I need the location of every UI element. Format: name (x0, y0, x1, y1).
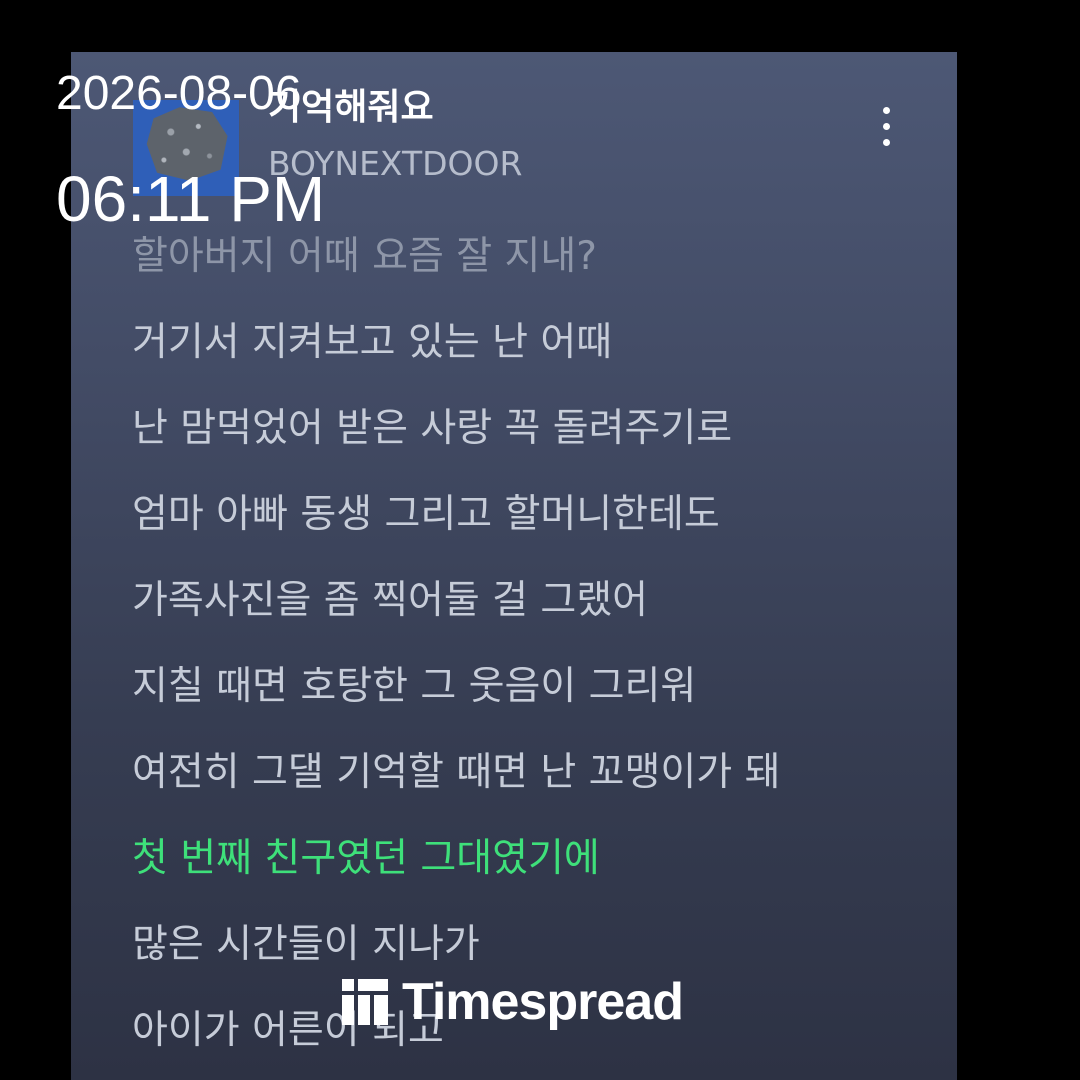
lyric-line[interactable]: 거기서 지켜보고 있는 난 어때 (132, 310, 952, 396)
lyric-line[interactable]: 여전히 그댈 기억할 때면 난 꼬맹이가 돼 (132, 740, 952, 826)
lyric-line[interactable]: 할아버지 어때 요즘 잘 지내? (132, 224, 952, 310)
timestamp-date: 2026-08-06 (56, 67, 302, 120)
current-lyric-line[interactable]: 첫 번째 친구였던 그대였기에 (132, 826, 952, 912)
watermark: Timespread (342, 972, 684, 1032)
screen: 기억해줘요 BOYNEXTDOOR 할아버지 어때 요즘 잘 지내? 거기서 지… (0, 0, 1080, 1080)
more-options-button[interactable] (871, 98, 901, 154)
lyric-line[interactable]: 난 맘먹었어 받은 사랑 꼭 돌려주기로 (132, 396, 952, 482)
timespread-logo-icon (342, 979, 388, 1025)
more-vertical-icon-dot (882, 122, 890, 130)
lyric-line[interactable]: 엄마 아빠 동생 그리고 할머니한테도 (132, 482, 952, 568)
more-vertical-icon-dot (882, 138, 890, 146)
more-vertical-icon (882, 106, 890, 114)
lyric-line[interactable]: 지칠 때면 호탕한 그 웃음이 그리워 (132, 654, 952, 740)
lyric-line[interactable]: 가족사진을 좀 찍어둘 걸 그랬어 (132, 568, 952, 654)
lyrics-list: 할아버지 어때 요즘 잘 지내? 거기서 지켜보고 있는 난 어때 난 맘먹었어… (132, 224, 952, 1080)
timestamp-time: 06:11 PM (56, 163, 326, 235)
watermark-brand: Timespread (402, 973, 684, 1031)
